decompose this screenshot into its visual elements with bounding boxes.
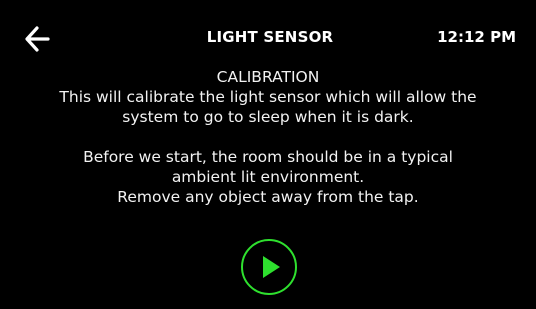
description-line: system to go to sleep when it is dark. — [122, 108, 414, 126]
light-sensor-calibration-screen: LIGHT SENSOR 12:12 PM CALIBRATION This w… — [0, 0, 536, 309]
clock: 12:12 PM — [437, 28, 516, 46]
description-line: This will calibrate the light sensor whi… — [59, 88, 477, 106]
arrow-left-icon — [25, 26, 50, 52]
section-heading: CALIBRATION — [216, 68, 320, 86]
instruction-line: ambient lit environment. — [171, 168, 365, 186]
back-button[interactable] — [16, 18, 64, 60]
start-calibration-button[interactable] — [241, 239, 297, 295]
header-bar: LIGHT SENSOR 12:12 PM — [0, 0, 536, 76]
play-icon — [263, 256, 280, 278]
instruction-line: Before we start, the room should be in a… — [83, 148, 453, 166]
page-title: LIGHT SENSOR — [206, 28, 334, 46]
calibration-info: CALIBRATION This will calibrate the ligh… — [0, 67, 536, 207]
instruction-line: Remove any object away from the tap. — [117, 188, 419, 206]
